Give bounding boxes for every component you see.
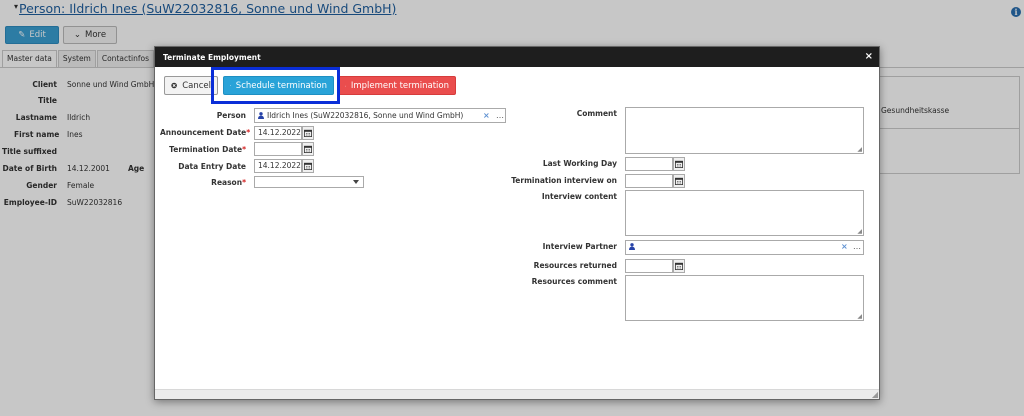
more-dots-icon[interactable]: …: [853, 241, 861, 253]
person-icon: [258, 112, 264, 119]
reason-label: Reason*: [160, 178, 246, 187]
cancel-button[interactable]: Cancel: [164, 76, 218, 95]
termination-date-input[interactable]: [254, 142, 302, 156]
resize-grip-icon[interactable]: ◢: [857, 314, 862, 320]
cancel-circle-icon: [171, 82, 177, 89]
interview-partner-label: Interview Partner: [542, 242, 617, 251]
termination-label-text: Termination Date: [169, 145, 243, 154]
interview-content-label: Interview content: [541, 192, 617, 201]
last-working-day-label: Last Working Day: [542, 159, 617, 168]
calendar-icon[interactable]: [302, 126, 314, 140]
dialog-footer: ◢: [155, 389, 879, 399]
dropdown-arrow-icon: [353, 180, 359, 184]
warning-icon: [345, 85, 346, 86]
clear-icon[interactable]: ×: [841, 241, 848, 253]
person-icon: [629, 243, 635, 250]
termination-interview-label: Termination interview on: [511, 176, 617, 185]
comment-textarea[interactable]: ◢: [625, 107, 864, 154]
resources-comment-textarea[interactable]: ◢: [625, 275, 864, 321]
resize-grip-icon[interactable]: ◢: [872, 391, 878, 399]
interview-partner-field[interactable]: × …: [625, 240, 864, 255]
calendar-icon[interactable]: [302, 159, 314, 173]
reason-label-text: Reason: [211, 178, 243, 187]
termination-interview-input[interactable]: [625, 174, 673, 188]
focus-highlight: [211, 67, 340, 104]
last-working-day-input[interactable]: [625, 157, 673, 171]
data-entry-date-label: Data Entry Date: [178, 162, 246, 171]
resize-grip-icon[interactable]: ◢: [857, 229, 862, 235]
person-field[interactable]: Ildrich Ines (SuW22032816, Sonne und Win…: [254, 108, 506, 123]
announcement-date-input[interactable]: 14.12.2022: [254, 126, 302, 140]
termination-date-label: Termination Date*: [160, 145, 246, 154]
calendar-icon[interactable]: [673, 174, 685, 188]
interview-content-textarea[interactable]: ◢: [625, 190, 864, 236]
calendar-icon[interactable]: [673, 157, 685, 171]
cancel-label: Cancel: [182, 80, 211, 91]
announcement-label-text: Announcement Date: [160, 128, 247, 137]
resources-returned-label: Resources returned: [533, 261, 617, 270]
close-icon[interactable]: ×: [865, 51, 873, 62]
resize-grip-icon[interactable]: ◢: [857, 147, 862, 153]
data-entry-date-input[interactable]: 14.12.2022: [254, 159, 302, 173]
implement-label: Implement termination: [350, 80, 449, 91]
comment-label: Comment: [576, 109, 617, 118]
implement-termination-button[interactable]: Implement termination: [338, 76, 456, 95]
reason-select[interactable]: [254, 176, 364, 188]
person-label: Person: [216, 111, 246, 120]
required-marker: *: [246, 128, 251, 137]
calendar-icon[interactable]: [302, 142, 314, 156]
calendar-icon[interactable]: [673, 259, 685, 273]
required-marker: *: [242, 178, 246, 187]
dialog-title: Terminate Employment: [163, 53, 261, 62]
person-value: Ildrich Ines (SuW22032816, Sonne und Win…: [267, 111, 464, 120]
resources-comment-label: Resources comment: [531, 277, 617, 286]
announcement-date-label: Announcement Date*: [160, 128, 250, 137]
dialog-header: Terminate Employment ×: [155, 47, 879, 67]
resources-returned-input[interactable]: [625, 259, 673, 273]
required-marker: *: [242, 145, 246, 154]
